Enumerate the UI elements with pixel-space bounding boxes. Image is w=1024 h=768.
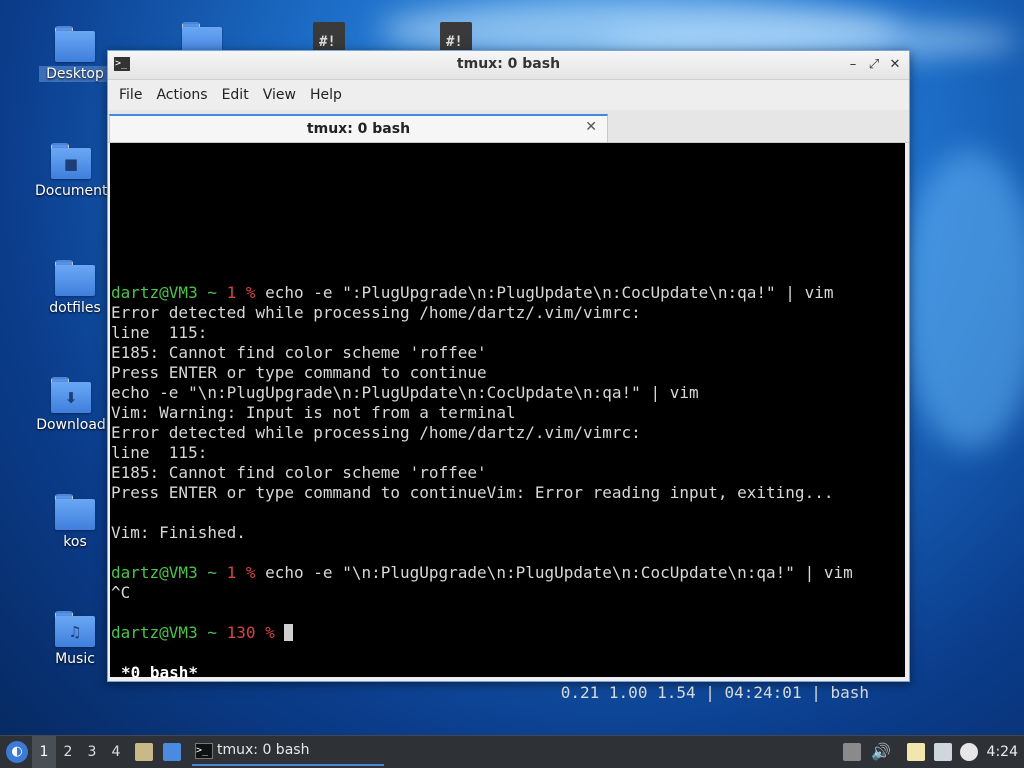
close-button[interactable]: ✕	[885, 55, 905, 75]
prompt-exit-code: 130 %	[226, 623, 285, 642]
terminal-window: >_ tmux: 0 bash – ⤢ ✕ File Actions Edit …	[107, 50, 910, 702]
output-line: echo -e "\n:PlugUpgrade\n:PlugUpdate\n:C…	[111, 383, 699, 402]
output-line: line 115:	[111, 323, 208, 342]
window-titlebar[interactable]: >_ tmux: 0 bash – ⤢ ✕	[108, 51, 909, 80]
output-line: E185: Cannot find color scheme 'roffee'	[111, 343, 487, 362]
menu-view[interactable]: View	[256, 87, 303, 103]
file-manager-icon[interactable]	[135, 743, 153, 761]
folder-icon: ⬇	[51, 377, 91, 413]
network-icon[interactable]	[934, 743, 952, 761]
prompt-user: dartz@VM3 ~	[111, 283, 227, 302]
workspace-4[interactable]: 4	[104, 736, 128, 768]
window-title: tmux: 0 bash	[456, 56, 561, 72]
prompt-exit-code: 1 %	[226, 563, 266, 582]
interrupt-text: ^C	[111, 583, 131, 602]
start-menu-icon[interactable]: ◐	[6, 741, 28, 763]
maximize-button[interactable]: ⤢	[864, 55, 884, 75]
desktop-icon-label: kos	[63, 534, 87, 550]
tmux-status-right: 0.21 1.00 1.54 | 04:24:01 | bash	[560, 683, 869, 702]
command-text: echo -e "\n:PlugUpgrade\n:PlugUpdate\n:C…	[265, 563, 853, 582]
prompt-user: dartz@VM3 ~	[111, 563, 227, 582]
folder-icon	[55, 260, 95, 296]
terminal-view[interactable]: dartz@VM3 ~ 1 % echo -e ":PlugUpgrade\n:…	[110, 143, 905, 702]
menu-actions[interactable]: Actions	[149, 87, 214, 103]
tmux-window-list: *0 bash*	[121, 663, 199, 682]
task-label: tmux: 0 bash	[217, 742, 310, 758]
updates-icon[interactable]	[843, 743, 861, 761]
workspace-2[interactable]: 2	[56, 736, 80, 768]
folder-icon: ■	[51, 143, 91, 179]
music-folder-icon[interactable]: ♫ Music	[39, 611, 111, 667]
desktop-folder-icon[interactable]: Desktop	[39, 26, 111, 82]
output-line: E185: Cannot find color scheme 'roffee'	[111, 463, 487, 482]
folder-icon: ♫	[55, 611, 95, 647]
taskbar: ◐ 1 2 3 4 >_ tmux: 0 bash 🔊 4:24	[0, 735, 1024, 768]
desktop-icon-label: Desktop	[39, 66, 111, 82]
folder-icon	[55, 26, 95, 62]
output-line: Error detected while processing /home/da…	[111, 423, 641, 442]
prompt-user: dartz@VM3 ~	[111, 623, 227, 642]
terminal-icon: >_	[195, 743, 213, 759]
dotfiles-folder-icon[interactable]: dotfiles	[39, 260, 111, 316]
download-folder-icon[interactable]: ⬇ Download	[35, 377, 107, 433]
desktop-icon-label: Music	[55, 651, 95, 667]
kos-folder-icon[interactable]: kos	[39, 494, 111, 550]
notification-icon[interactable]	[960, 743, 978, 761]
workspace-1[interactable]: 1	[32, 736, 56, 768]
minimize-button[interactable]: –	[843, 55, 863, 75]
output-line: Press ENTER or type command to continueV…	[111, 483, 834, 502]
document-folder-icon[interactable]: ■ Document	[35, 143, 108, 199]
output-line: line 115:	[111, 443, 208, 462]
clipboard-icon[interactable]	[907, 743, 925, 761]
prompt-exit-code: 1 %	[226, 283, 266, 302]
output-line: Vim: Finished.	[111, 523, 246, 542]
menu-edit[interactable]: Edit	[215, 87, 256, 103]
volume-icon[interactable]: 🔊	[871, 743, 891, 761]
tmux-status-bar: *0 bash* 0.21 1.00 1.54 | 04:24:01 | bas…	[110, 643, 905, 702]
clock[interactable]: 4:24	[987, 736, 1018, 768]
output-line: Press ENTER or type command to continue	[111, 363, 487, 382]
tab-close-icon[interactable]: ✕	[585, 119, 597, 135]
show-desktop-icon[interactable]	[163, 743, 181, 761]
folder-icon	[55, 494, 95, 530]
terminal-output: dartz@VM3 ~ 1 % echo -e ":PlugUpgrade\n:…	[111, 283, 853, 643]
tab-bar: tmux: 0 bash ✕	[108, 110, 909, 143]
menu-help[interactable]: Help	[303, 87, 349, 103]
menu-file[interactable]: File	[112, 87, 149, 103]
command-text: echo -e ":PlugUpgrade\n:PlugUpdate\n:Coc…	[265, 283, 834, 302]
taskbar-task-terminal[interactable]: >_ tmux: 0 bash	[192, 738, 384, 766]
desktop-icon-label: Download	[36, 417, 106, 433]
menu-bar: File Actions Edit View Help	[108, 80, 909, 110]
output-line: Error detected while processing /home/da…	[111, 303, 641, 322]
output-line: Vim: Warning: Input is not from a termin…	[111, 403, 516, 422]
desktop-icon-label: dotfiles	[49, 300, 101, 316]
tab-label: tmux: 0 bash	[306, 121, 411, 137]
workspace-3[interactable]: 3	[80, 736, 104, 768]
desktop-icon-label: Document	[35, 183, 108, 199]
text-cursor	[284, 624, 294, 641]
tab-tmux[interactable]: tmux: 0 bash ✕	[109, 114, 608, 142]
